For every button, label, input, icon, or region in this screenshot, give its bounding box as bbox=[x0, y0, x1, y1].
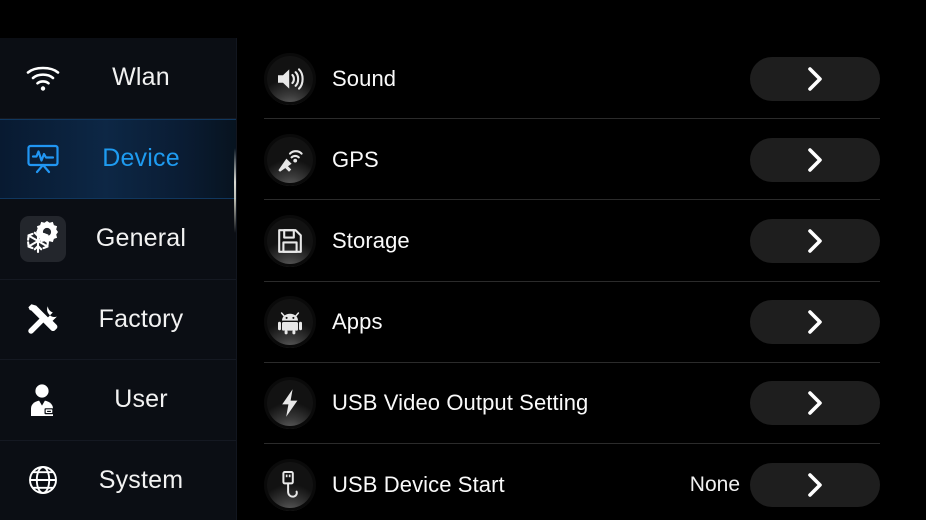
usb-icon bbox=[264, 458, 316, 511]
chevron-right-button[interactable] bbox=[750, 462, 880, 507]
user-icon bbox=[14, 383, 72, 417]
settings-list: Sound GPS Storage Apps USB Video Output … bbox=[238, 38, 926, 520]
list-item-label: Storage bbox=[332, 227, 410, 253]
sidebar-item-label: Wlan bbox=[112, 63, 170, 92]
chevron-right-button[interactable] bbox=[750, 56, 880, 101]
sidebar: Wlan Device General Factory User System bbox=[0, 38, 237, 520]
satellite-icon bbox=[264, 133, 316, 186]
sidebar-item-label: Device bbox=[102, 144, 180, 173]
sidebar-item-label: Factory bbox=[98, 304, 184, 333]
gear-snowflake-badge bbox=[20, 215, 66, 262]
settings-screen: Wlan Device General Factory User System … bbox=[0, 0, 926, 520]
lightning-bolt-icon bbox=[264, 377, 316, 430]
sidebar-item-factory[interactable]: Factory bbox=[0, 280, 236, 360]
android-icon bbox=[264, 296, 316, 349]
sidebar-item-label: General bbox=[95, 224, 187, 253]
list-item-label: USB Video Output Setting bbox=[332, 390, 589, 416]
gear-snowflake-icon bbox=[14, 215, 72, 262]
chevron-right-button[interactable] bbox=[750, 381, 880, 426]
chevron-right-button[interactable] bbox=[750, 300, 880, 345]
list-item-label: USB Device Start bbox=[332, 471, 505, 497]
sidebar-item-user[interactable]: User bbox=[0, 360, 236, 441]
globe-icon bbox=[14, 464, 72, 496]
sidebar-scrollbar[interactable] bbox=[234, 148, 236, 233]
list-item-usb-video-output-setting[interactable]: USB Video Output Setting bbox=[238, 363, 926, 445]
speaker-icon bbox=[264, 52, 316, 105]
list-item-label: Apps bbox=[332, 309, 383, 335]
list-item-gps[interactable]: GPS bbox=[238, 119, 926, 201]
sidebar-item-device[interactable]: Device bbox=[0, 118, 236, 199]
display-waveform-icon bbox=[14, 143, 72, 175]
tools-icon bbox=[14, 302, 72, 336]
floppy-disk-icon bbox=[264, 214, 316, 267]
chevron-right-button[interactable] bbox=[750, 218, 880, 263]
list-item-apps[interactable]: Apps bbox=[238, 282, 926, 363]
sidebar-item-wlan[interactable]: Wlan bbox=[0, 38, 236, 119]
list-item-usb-device-start[interactable]: USB Device Start None bbox=[238, 444, 926, 520]
sidebar-item-general[interactable]: General bbox=[0, 199, 236, 280]
sidebar-item-system[interactable]: System bbox=[0, 441, 236, 520]
list-item-label: Sound bbox=[332, 65, 397, 91]
sidebar-item-label: User bbox=[114, 385, 168, 414]
list-item-label: GPS bbox=[332, 146, 379, 172]
list-item-storage[interactable]: Storage bbox=[238, 200, 926, 282]
list-item-sound[interactable]: Sound bbox=[238, 38, 926, 120]
chevron-right-button[interactable] bbox=[750, 137, 880, 182]
list-item-value: None bbox=[689, 472, 740, 496]
sidebar-item-label: System bbox=[98, 465, 184, 494]
wifi-icon bbox=[14, 64, 72, 92]
